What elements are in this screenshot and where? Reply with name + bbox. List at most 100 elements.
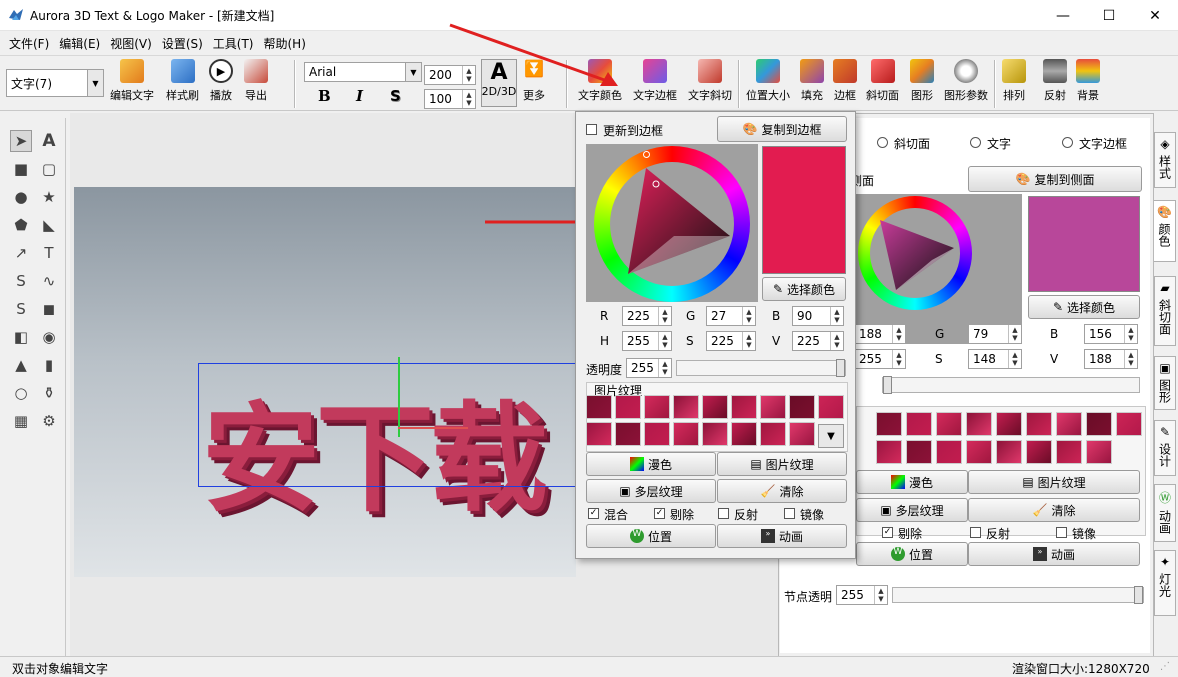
texture-swatch[interactable] [760,395,786,419]
mirror-checkbox[interactable] [784,508,795,519]
bevel-button[interactable]: 斜切面 [866,59,899,103]
minimize-button[interactable]: — [1040,0,1086,31]
texture-swatch[interactable] [615,422,641,446]
text-bevel-button[interactable]: 文字斜切 [688,59,732,103]
texture-dropdown-icon[interactable]: ▼ [818,424,844,448]
box-icon[interactable]: ◧ [10,326,32,348]
bold-button[interactable]: B [318,87,331,105]
texture-grid[interactable] [586,395,846,451]
select-arrow-icon[interactable]: ➤ [10,130,32,152]
position-button[interactable]: W 位置 [586,524,716,548]
cylinder-icon[interactable]: ▮ [38,354,60,376]
render-viewport[interactable]: 安下载 [74,187,576,577]
resize-grip-icon[interactable]: ⋰ [1160,661,1174,675]
texture-swatch[interactable] [1026,412,1052,436]
rounded-rect-icon[interactable]: ▢ [38,158,60,180]
texture-swatch[interactable] [966,440,992,464]
side-opacity-slider[interactable] [882,376,1140,394]
sv-triangle[interactable] [872,210,958,296]
node-opacity-field[interactable]: 255 ▲ ▼ [836,585,888,605]
texture-swatch[interactable] [1026,440,1052,464]
tab-design[interactable]: ✎ 设计 [1154,420,1176,476]
side-color-wheel[interactable] [850,194,1022,344]
edit-text-button[interactable]: 编辑文字 [110,59,154,103]
pentagon-icon[interactable]: ⬟ [10,214,32,236]
texture-swatch[interactable] [789,395,815,419]
side-select-color-button[interactable]: ✎ 选择颜色 [1028,295,1140,319]
slider-thumb[interactable] [883,376,892,394]
texture-swatch[interactable] [760,422,786,446]
fill-button[interactable]: 填充 [800,59,824,103]
y-axis-gizmo-icon[interactable] [398,357,400,437]
side-cull-checkbox[interactable]: ✓ [882,527,893,538]
hue-ring[interactable] [594,146,750,302]
texture-swatch[interactable] [702,422,728,446]
select-color-button[interactable]: ✎ 选择颜色 [762,277,846,301]
gear-icon[interactable]: ⚙ [38,410,60,432]
texture-swatch[interactable] [702,395,728,419]
side-v-field[interactable]: 188 ▲ ▼ [1084,349,1138,369]
tab-color[interactable]: 🎨 颜色 [1154,200,1176,262]
shape-button[interactable]: 图形 [910,59,934,103]
shape-params-button[interactable]: 图形参数 [944,59,988,103]
s-field[interactable]: 225 ▲ ▼ [706,331,756,351]
texture-swatch[interactable] [1086,412,1112,436]
slider-thumb[interactable] [1134,586,1143,604]
object-select[interactable]: 文字(7) ▼ [6,69,104,97]
slider-thumb[interactable] [836,359,845,377]
background-button[interactable]: 背景 [1076,59,1100,103]
text-box-icon[interactable]: T [38,242,60,264]
g-field[interactable]: 27 ▲ ▼ [706,306,756,326]
tab-bevel[interactable]: ▰ 斜切面 [1154,276,1176,346]
border-button[interactable]: 边框 [833,59,857,103]
x-axis-gizmo-icon[interactable] [398,427,468,429]
curve-icon[interactable]: ∿ [38,270,60,292]
side-clear-button[interactable]: 🧹 清除 [968,498,1140,522]
texture-swatch[interactable] [1056,412,1082,436]
selection-box[interactable] [198,363,576,487]
tab-animation[interactable]: Ⓦ 动画 [1154,484,1176,542]
side-reflect-checkbox[interactable] [970,527,981,538]
texture-swatch[interactable] [1116,412,1142,436]
texture-swatch[interactable] [906,440,932,464]
copy-to-border-button[interactable]: 🎨 复制到边框 [717,116,847,142]
menu-view[interactable]: 视图(V) [105,35,157,52]
style-brush-button[interactable]: 样式刷 [166,59,199,103]
texture-swatch[interactable] [936,440,962,464]
shadow-button[interactable]: S [390,87,401,105]
close-button[interactable]: ✕ [1132,0,1178,31]
texture-swatch[interactable] [673,395,699,419]
cube-tool-icon[interactable]: ◼ [38,298,60,320]
node-opacity-slider[interactable] [892,586,1144,604]
image-icon[interactable]: ▦ [10,410,32,432]
texture-swatch[interactable] [906,412,932,436]
side-s-field[interactable]: 148 ▲ ▼ [968,349,1022,369]
side-mirror-checkbox[interactable] [1056,527,1067,538]
s-shape-icon[interactable]: S [10,270,32,292]
multi-texture-button[interactable]: ▣ 多层纹理 [586,479,716,503]
menu-help[interactable]: 帮助(H) [259,35,311,52]
sphere-icon[interactable]: ◉ [38,326,60,348]
radio-text-border[interactable] [1062,137,1073,148]
menu-file[interactable]: 文件(F) [4,35,54,52]
r-field[interactable]: 225 ▲ ▼ [622,306,672,326]
texture-swatch[interactable] [673,422,699,446]
radio-bevel[interactable] [877,137,888,148]
update-border-checkbox[interactable] [586,124,597,135]
clear-button[interactable]: 🧹 清除 [717,479,847,503]
texture-swatch[interactable] [731,395,757,419]
texture-swatch[interactable] [936,412,962,436]
side-r-field[interactable]: 188 ▲ ▼ [854,324,906,344]
star-icon[interactable]: ★ [38,186,60,208]
opacity-slider[interactable] [676,359,846,377]
texture-swatch[interactable] [966,412,992,436]
side-diffuse-button[interactable]: 漫色 [856,470,968,494]
tab-style[interactable]: ◈ 样式 [1154,132,1176,188]
side-h-field[interactable]: 255 ▲ ▼ [854,349,906,369]
texture-swatch[interactable] [644,395,670,419]
side-image-texture-button[interactable]: ▤ 图片纹理 [968,470,1140,494]
image-texture-button[interactable]: ▤ 图片纹理 [717,452,847,476]
texture-swatch[interactable] [586,422,612,446]
reflect-checkbox[interactable] [718,508,729,519]
texture-swatch[interactable] [789,422,815,446]
